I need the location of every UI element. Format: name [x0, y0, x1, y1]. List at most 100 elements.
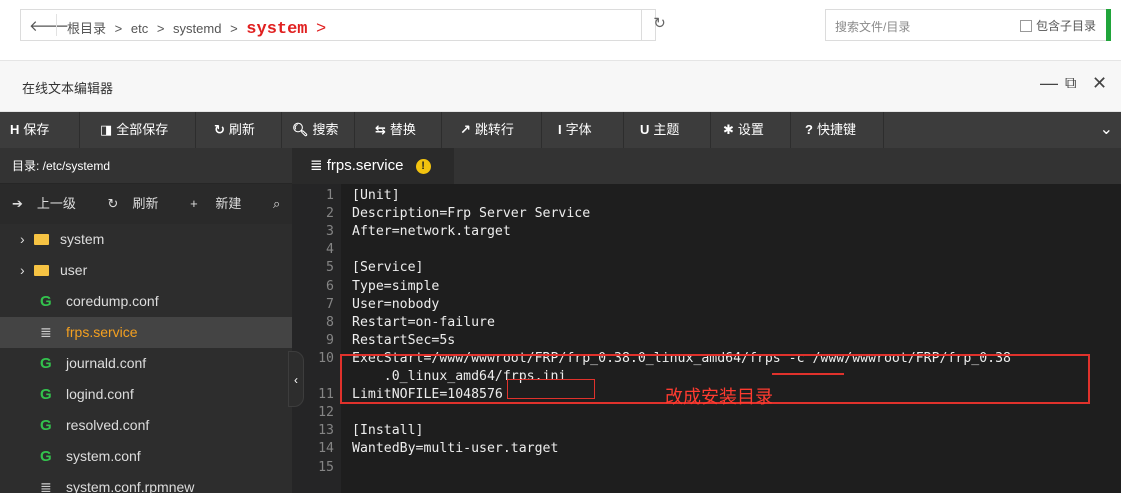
window-titlebar: 在线文本编辑器 — ⧉ ✕	[0, 61, 1121, 112]
highlight-underline	[772, 373, 844, 375]
tree-file-frps-service[interactable]: ≣ frps.service	[0, 317, 292, 348]
gear-icon: ✱	[723, 122, 734, 137]
tree-item-label: user	[60, 262, 88, 278]
sidebar-refresh-button[interactable]: ↻ 刷新	[108, 196, 173, 211]
tree-file-system-conf[interactable]: Gsystem.conf	[0, 441, 292, 472]
chevron-right-icon[interactable]: ›	[20, 255, 34, 286]
sidebar-search-button[interactable]: ⌕ 搜索	[273, 196, 292, 211]
file-search-box[interactable]: 搜索文件/目录 包含子目录	[825, 9, 1111, 41]
code-line[interactable]: Restart=on-failure	[352, 315, 495, 330]
window-title: 在线文本编辑器	[22, 81, 114, 96]
new-file-label: 新建	[215, 196, 242, 211]
config-file-icon: G	[40, 448, 52, 465]
line-number: 13	[318, 423, 334, 439]
search-button[interactable]: 🔍︎ 搜索	[282, 112, 355, 148]
tree-file-journald[interactable]: Gjournald.conf	[0, 348, 292, 379]
document-icon: ≣	[310, 157, 323, 174]
code-line[interactable]: RestartSec=5s	[352, 333, 455, 348]
tree-item-label: resolved.conf	[66, 417, 150, 433]
settings-button[interactable]: ✱ 设置	[711, 112, 791, 148]
annotation-text: 改成安装目录	[665, 387, 773, 407]
breadcrumb: 根目录 > etc > systemd > system >	[67, 18, 331, 39]
path-box[interactable]: 🡐 根目录 > etc > systemd > system > ↻	[20, 9, 666, 41]
code-editor[interactable]: 1 [Unit] 2 Description=Frp Server Service 3 A…	[292, 184, 1121, 493]
code-line[interactable]: Type=simple	[352, 279, 439, 294]
parent-dir-label: 上一级	[36, 196, 76, 211]
breadcrumb-separator: >	[156, 21, 165, 36]
parent-dir-button[interactable]: ➔ 上一级	[12, 196, 90, 211]
search-button[interactable]	[1106, 9, 1111, 41]
theme-label: 主题	[653, 122, 680, 137]
sidebar-collapse-handle[interactable]: ‹	[288, 351, 304, 407]
refresh-button[interactable]: ↻ 刷新	[196, 112, 282, 148]
back-arrow-icon[interactable]: 🡐	[29, 16, 69, 35]
help-icon: ?	[805, 122, 813, 137]
file-sidebar: 目录: /etc/systemd ➔ 上一级 ↻ 刷新 + 新建 ⌕ 搜索 › sys…	[0, 148, 292, 493]
line-number: 7	[326, 296, 334, 312]
tree-folder-user[interactable]: › user	[0, 255, 292, 286]
code-line[interactable]: User=nobody	[352, 297, 439, 312]
save-button[interactable]: H 保存	[0, 112, 80, 148]
code-line[interactable]: [Unit]	[352, 188, 400, 203]
refresh-icon[interactable]: ↻	[641, 10, 677, 40]
tree-file-coredump[interactable]: Gcoredump.conf	[0, 286, 292, 317]
code-line[interactable]: Description=Frp Server Service	[352, 206, 590, 221]
tree-item-label: logind.conf	[66, 386, 134, 402]
breadcrumb-current-dir[interactable]: system	[246, 20, 307, 39]
minimize-icon[interactable]: —	[1040, 73, 1058, 94]
chevron-right-icon[interactable]: ›	[20, 224, 34, 255]
code-line[interactable]: After=network.target	[352, 224, 511, 239]
folder-icon	[34, 265, 49, 276]
refresh-label: 刷新	[228, 122, 255, 137]
plus-icon: +	[190, 196, 198, 211]
line-number: 4	[326, 242, 334, 258]
font-button[interactable]: I 字体	[542, 112, 624, 148]
checkbox-icon[interactable]	[1020, 20, 1032, 32]
line-number: 9	[326, 332, 334, 348]
theme-icon: U	[640, 122, 650, 137]
theme-button[interactable]: U 主题	[624, 112, 711, 148]
tree-file-system-conf-rpmnew[interactable]: ≣ system.conf.rpmnew	[0, 472, 292, 493]
shortcuts-button[interactable]: ? 快捷键	[791, 112, 884, 148]
tab-label: frps.service	[326, 157, 404, 174]
save-all-icon: ◨	[100, 122, 113, 137]
chevron-down-icon[interactable]: ⌄	[1100, 112, 1113, 148]
close-icon[interactable]: ✕	[1092, 73, 1107, 94]
highlight-box-inner	[507, 379, 595, 399]
config-file-icon: G	[40, 293, 52, 310]
tree-file-resolved[interactable]: Gresolved.conf	[0, 410, 292, 441]
breadcrumb-etc[interactable]: etc	[131, 21, 148, 36]
replace-button[interactable]: ⇆ 替换	[355, 112, 442, 148]
config-file-icon: G	[40, 386, 52, 403]
sidebar-refresh-label: 刷新	[132, 196, 159, 211]
save-all-button[interactable]: ◨ 全部保存	[80, 112, 196, 148]
tree-folder-system[interactable]: › system	[0, 224, 292, 255]
tree-file-logind[interactable]: Glogind.conf	[0, 379, 292, 410]
warning-icon: !	[415, 159, 431, 174]
breadcrumb-separator: >	[114, 21, 123, 36]
font-label: 字体	[565, 122, 592, 137]
refresh-icon: ↻	[214, 122, 225, 137]
tab-frps-service[interactable]: ≣ frps.service !	[292, 148, 454, 184]
code-line[interactable]: [Service]	[352, 260, 423, 275]
line-number: 14	[318, 441, 334, 457]
save-label: 保存	[23, 122, 50, 137]
tree-item-label: frps.service	[66, 324, 138, 340]
config-file-icon: G	[40, 417, 52, 434]
folder-icon	[34, 234, 49, 245]
new-file-button[interactable]: + 新建	[190, 196, 255, 211]
breadcrumb-root[interactable]: 根目录	[67, 21, 106, 36]
code-line[interactable]: WantedBy=multi-user.target	[352, 441, 558, 456]
goto-line-button[interactable]: ↗ 跳转行	[442, 112, 542, 148]
code-line[interactable]: [Install]	[352, 423, 423, 438]
breadcrumb-separator: >	[230, 21, 238, 36]
breadcrumb-current-arrow[interactable]: >	[316, 18, 326, 37]
maximize-icon[interactable]: ⧉	[1065, 75, 1076, 93]
search-input[interactable]: 搜索文件/目录	[835, 18, 910, 35]
divider	[56, 14, 57, 36]
save-all-label: 全部保存	[116, 122, 169, 137]
breadcrumb-systemd[interactable]: systemd	[173, 21, 221, 36]
include-subdir-checkbox[interactable]: 包含子目录	[1020, 17, 1096, 34]
search-icon: ⌕	[272, 196, 281, 211]
line-number: 6	[326, 278, 334, 294]
